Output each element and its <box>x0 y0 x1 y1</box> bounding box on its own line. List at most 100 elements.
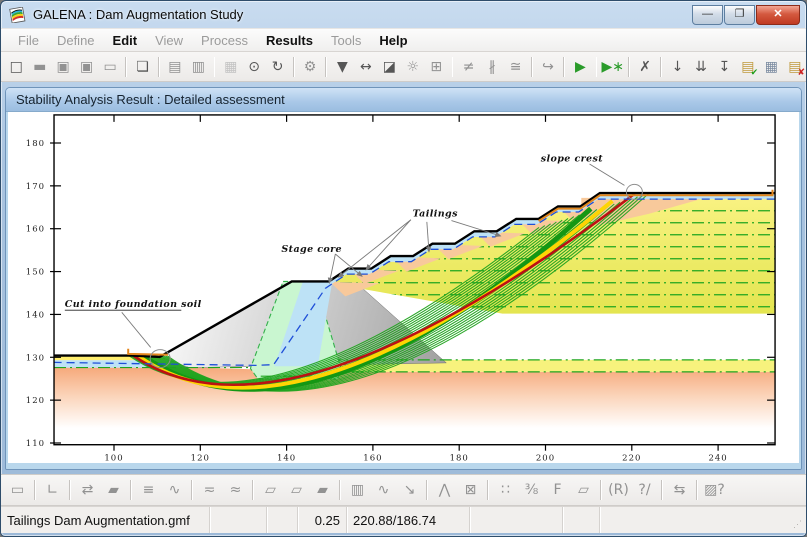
toolbar-separator <box>600 480 602 500</box>
reprocess-button[interactable]: ↪ <box>537 55 559 78</box>
results-error-button[interactable]: ▤ ✘ <box>784 55 806 78</box>
close-file-button[interactable]: ▭ <box>99 55 121 78</box>
phreatic-surface-button[interactable]: ≂ <box>197 479 222 502</box>
new-file-button[interactable]: □ <box>5 55 27 78</box>
svg-text:100: 100 <box>104 454 123 463</box>
svg-text:240: 240 <box>708 454 727 463</box>
menu-bar: File Define Edit View Process Results Tools Hel… <box>1 28 806 52</box>
dynamic-load-button[interactable]: ∿ <box>371 479 396 502</box>
tree-view-button[interactable]: ⊞ <box>425 55 447 78</box>
settings-gear-button[interactable]: ⚙ <box>299 55 321 78</box>
factor-box-button[interactable]: F <box>545 479 570 502</box>
lock-region-button[interactable]: ▰ <box>310 479 335 502</box>
open-file-button[interactable]: ▬ <box>28 55 50 78</box>
save-all-button[interactable]: ▣ <box>75 55 97 78</box>
sort-to-bottom-button[interactable]: ↧ <box>713 55 735 78</box>
dimensions-button[interactable]: ⇄ <box>75 479 100 502</box>
export-button[interactable]: ▤ <box>164 55 186 78</box>
toolbar-separator <box>292 56 295 77</box>
restraints-button[interactable]: (R) <box>606 479 631 502</box>
toolbar-separator <box>339 480 341 500</box>
axes-setup-button[interactable]: ∟ <box>40 479 65 502</box>
results-error-badge-icon: ✘ <box>797 68 806 78</box>
menu-define[interactable]: Define <box>48 31 104 50</box>
region-arrow-button[interactable]: ▱ <box>571 479 596 502</box>
restore-button[interactable]: ❐ <box>724 4 755 25</box>
filter-button[interactable]: ▼ <box>331 55 353 78</box>
material-region-fill-button[interactable]: ▱ <box>284 479 309 502</box>
toolbar-separator <box>451 56 454 77</box>
svg-text:140: 140 <box>26 310 45 320</box>
piezometric-surface-button[interactable]: ≈ <box>223 479 248 502</box>
status-filename: Tailings Dam Augmentation.gmf <box>1 507 210 533</box>
edit-surface-3-button[interactable]: ≅ <box>504 55 526 78</box>
sort-list-button[interactable]: ↓ <box>666 55 688 78</box>
svg-text:Cut into foundation soil: Cut into foundation soil <box>65 299 202 310</box>
surface-ratio-button[interactable]: ⅜ <box>519 479 544 502</box>
menu-process[interactable]: Process <box>192 31 257 50</box>
edit-surface-1-button[interactable]: ≠ <box>457 55 479 78</box>
load-direction-button[interactable]: ↘ <box>397 479 422 502</box>
menu-help[interactable]: Help <box>370 31 416 50</box>
status-scale: 0.25 <box>298 507 347 533</box>
menu-tools[interactable]: Tools <box>322 31 370 50</box>
run-analysis-button[interactable]: ▶ <box>569 55 591 78</box>
grid-toggle-button[interactable]: ▦ <box>219 55 241 78</box>
slope-marker-button[interactable]: ▰ <box>101 479 126 502</box>
run-to-end-button[interactable]: ▶∗ <box>601 55 624 78</box>
status-panel-empty-4 <box>563 507 600 533</box>
sort-down-button[interactable]: ⇊ <box>690 55 712 78</box>
stop-analysis-button[interactable]: ✗ <box>634 55 656 78</box>
top-toolbar: □ ▬ ▣ ▣ ▭ ❏ ▤ ▥ ▦ ⊙ ↻ ⚙ ▼ ↔ ◪ ☼ ⊞ ≠ ∦ ≅ ↪ ▶ ▶∗ ✗ ↓ ⇊ ↧ ▤ ✔ ▦ ▤ ✘ <box>1 52 806 82</box>
print-button[interactable]: ▥ <box>187 55 209 78</box>
close-button[interactable]: ✕ <box>756 4 800 25</box>
window-extents-button[interactable]: ▭ <box>5 479 30 502</box>
toolbar-separator <box>125 56 128 77</box>
menu-results[interactable]: Results <box>257 31 322 50</box>
resize-grip[interactable]: ⋰ <box>787 507 806 533</box>
svg-text:180: 180 <box>450 454 469 463</box>
material-region-button[interactable]: ▱ <box>258 479 283 502</box>
copy-button[interactable]: ❏ <box>131 55 153 78</box>
analysis-category-button[interactable]: ∷ <box>493 479 518 502</box>
menu-edit[interactable]: Edit <box>104 31 147 50</box>
title-bar[interactable]: GALENA : Dam Augmentation Study — ❐ ✕ <box>1 1 806 28</box>
menu-view[interactable]: View <box>146 31 192 50</box>
exclusion-zone-button[interactable]: ⊠ <box>458 479 483 502</box>
help-query-button[interactable]: ▨? <box>702 479 727 502</box>
results-ok-badge-icon: ✔ <box>750 68 759 78</box>
redraw-button[interactable]: ↻ <box>266 55 288 78</box>
result-window-titlebar[interactable]: Stability Analysis Result : Detailed ass… <box>6 88 801 112</box>
edit-surface-2-button[interactable]: ∦ <box>481 55 503 78</box>
app-logo-icon <box>9 6 26 23</box>
chart-area[interactable]: Cut into foundation soil Stage core Tailin… <box>8 112 799 463</box>
profile-view-button[interactable]: ◪ <box>378 55 400 78</box>
distributed-load-button[interactable]: ▥ <box>345 479 370 502</box>
menu-file[interactable]: File <box>9 31 48 50</box>
svg-text:160: 160 <box>363 454 382 463</box>
cross-section-plot[interactable]: Cut into foundation soil Stage core Tailin… <box>10 112 796 463</box>
result-window-footer <box>6 463 801 469</box>
results-table-button[interactable]: ▦ <box>760 55 782 78</box>
toolbar-separator <box>130 480 132 500</box>
material-profiles-button[interactable]: ≡ <box>136 479 161 502</box>
result-window-title: Stability Analysis Result : Detailed ass… <box>16 92 285 107</box>
profile-curve-button[interactable]: ∿ <box>162 479 187 502</box>
water-surface-button[interactable]: ⋀ <box>432 479 457 502</box>
svg-text:110: 110 <box>26 439 45 449</box>
save-file-button[interactable]: ▣ <box>52 55 74 78</box>
toolbar-separator <box>661 480 663 500</box>
toolbar-separator <box>530 56 533 77</box>
toolbar-separator <box>487 480 489 500</box>
zoom-tool-button[interactable]: ⊙ <box>243 55 265 78</box>
results-ok-button[interactable]: ▤ ✔ <box>737 55 759 78</box>
extents-button[interactable]: ↔ <box>355 55 377 78</box>
wizard-bulb-button[interactable]: ☼ <box>402 55 424 78</box>
toolbar-separator <box>69 480 71 500</box>
back-analysis-button[interactable]: ⇆ <box>667 479 692 502</box>
toolbar-separator <box>563 56 566 77</box>
svg-text:160: 160 <box>26 225 45 235</box>
query-slope-button[interactable]: ?/ <box>632 479 657 502</box>
minimize-button[interactable]: — <box>692 4 723 25</box>
toolbar-separator <box>660 56 663 77</box>
